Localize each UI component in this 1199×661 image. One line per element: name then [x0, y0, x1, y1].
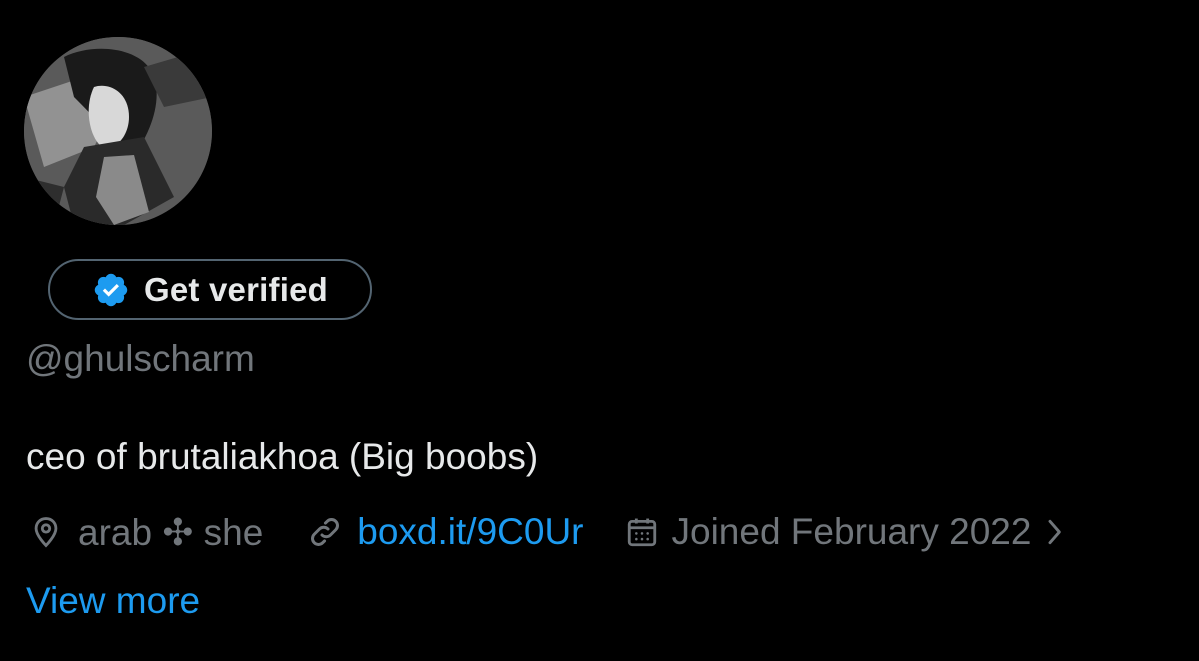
- location-pin-icon: [26, 512, 66, 552]
- calendar-icon: [622, 512, 662, 552]
- joined-text: Joined February 2022: [671, 511, 1032, 552]
- avatar[interactable]: [24, 37, 212, 225]
- website-item[interactable]: boxd.it/9C0Ur: [305, 511, 584, 553]
- profile-meta: arab ✣ she boxd.it/9C0Ur Joined February…: [26, 507, 1067, 557]
- view-more-link[interactable]: View more: [26, 580, 200, 622]
- location-item: arab ✣ she: [26, 511, 263, 554]
- avatar-image: [24, 37, 212, 225]
- profile-handle: @ghulscharm: [26, 338, 255, 379]
- verified-badge-icon: [92, 271, 130, 309]
- joined-item[interactable]: Joined February 2022: [622, 511, 1068, 553]
- website-link[interactable]: boxd.it/9C0Ur: [357, 511, 583, 553]
- chevron-right-icon: [1041, 512, 1067, 552]
- location-text: arab ✣ she: [78, 511, 264, 553]
- get-verified-label: Get verified: [144, 270, 328, 308]
- profile-bio: ceo of brutaliakhoa (Big boobs): [26, 436, 539, 477]
- link-icon: [305, 512, 345, 552]
- get-verified-button[interactable]: Get verified: [48, 259, 372, 320]
